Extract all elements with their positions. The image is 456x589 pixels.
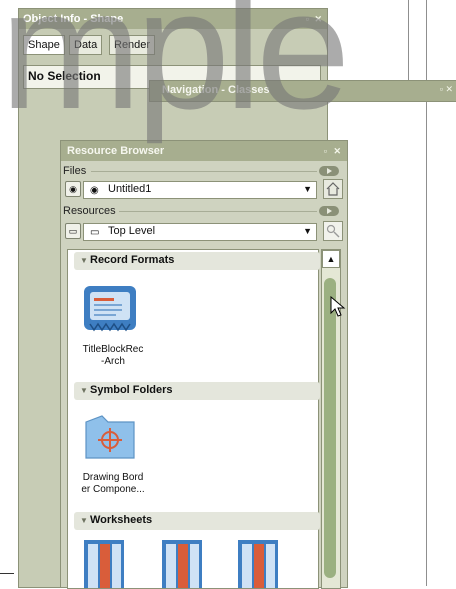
list-item-label-line: Drawing Bord <box>82 472 144 483</box>
list-item-label: TitleBlockRec -Arch <box>74 344 152 368</box>
section-header-worksheets[interactable]: ▼ Worksheets <box>74 512 320 530</box>
scroll-thumb[interactable] <box>324 278 336 578</box>
worksheet-row <box>78 536 318 588</box>
triangle-down-icon: ▼ <box>80 516 88 525</box>
resources-label: Resources <box>63 205 116 217</box>
divider <box>0 573 14 574</box>
section-title: Worksheets <box>90 514 153 526</box>
scroll-up-button[interactable]: ▲ <box>322 250 340 268</box>
list-item-label-line: -Arch <box>101 356 125 367</box>
home-button[interactable] <box>323 179 343 199</box>
triangle-down-icon: ▼ <box>80 386 88 395</box>
separator <box>91 171 317 172</box>
list-item[interactable]: Drawing Bord er Compone... <box>74 406 152 516</box>
list-item[interactable]: TitleBlockRec -Arch <box>74 276 152 376</box>
section-header-record-formats[interactable]: ▼ Record Formats <box>74 252 320 270</box>
worksheet-icon[interactable] <box>156 536 206 588</box>
resources-dropdown-value: Top Level <box>108 225 156 237</box>
triangle-right-icon <box>327 168 332 174</box>
worksheet-icon[interactable] <box>78 536 128 588</box>
resources-menu-button[interactable] <box>319 206 339 216</box>
triangle-down-icon: ▼ <box>80 256 88 265</box>
worksheet-icon[interactable] <box>232 536 282 588</box>
watermark-text: mple <box>0 0 350 145</box>
document-border-line <box>408 0 409 80</box>
files-options-icon[interactable]: ◉ <box>65 181 81 197</box>
section-title: Record Formats <box>90 254 175 266</box>
folder-icon[interactable]: ▭ <box>65 223 81 239</box>
close-icon[interactable]: ▫ ✕ <box>440 84 453 95</box>
home-icon <box>326 182 340 196</box>
chevron-down-icon: ▼ <box>303 184 312 194</box>
triangle-right-icon <box>327 208 332 214</box>
resource-browser-palette: Resource Browser ▫ ✕ Files ◉ ◉ Untitled1… <box>60 140 348 589</box>
cursor-icon <box>330 296 346 317</box>
files-dropdown-value: Untitled1 <box>108 183 152 195</box>
files-menu-button[interactable] <box>319 166 339 176</box>
section-header-symbol-folders[interactable]: ▼ Symbol Folders <box>74 382 320 400</box>
folder-icon: ▭ <box>90 227 100 238</box>
resource-list: ▼ Record Formats TitleBlockRec -Arch ▼ S… <box>67 249 320 589</box>
resources-dropdown[interactable]: ▭ Top Level ▼ <box>83 223 317 241</box>
search-icon <box>326 224 340 238</box>
list-item-label-line: er Compone... <box>81 484 145 495</box>
files-dropdown[interactable]: ◉ Untitled1 ▼ <box>83 181 317 199</box>
files-label: Files <box>63 165 87 177</box>
section-title: Symbol Folders <box>90 384 173 396</box>
search-button[interactable] <box>323 221 343 241</box>
list-item-label-line: TitleBlockRec <box>82 344 144 355</box>
separator <box>119 211 317 212</box>
record-format-icon <box>84 286 136 332</box>
file-icon: ◉ <box>90 185 99 196</box>
symbol-folder-icon <box>85 415 135 459</box>
list-item-label: Drawing Bord er Compone... <box>74 472 152 496</box>
chevron-down-icon: ▼ <box>303 226 312 236</box>
